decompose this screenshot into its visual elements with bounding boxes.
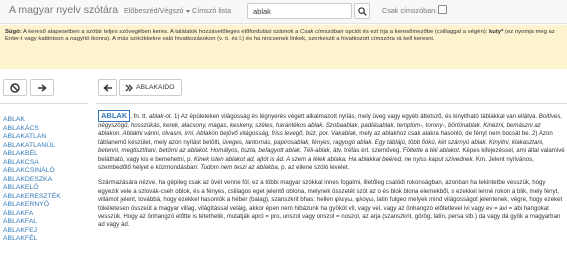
dictionary-entry: ABLAK, fn. tt. ablak-ot. 1) Az épületeke…	[98, 110, 565, 237]
next-button[interactable]	[30, 79, 54, 96]
entry-text: , fn. tt.	[130, 113, 149, 120]
list-item[interactable]: ABLAKATLANÚL	[3, 142, 61, 151]
list-item[interactable]: ABLAKFAL	[3, 218, 61, 227]
entry-examples: Tudom nem teszi az ablakba,	[200, 164, 280, 172]
ban-icon	[10, 83, 20, 93]
arrow-right-icon	[38, 84, 47, 92]
current-entry-button[interactable]: ABLAKAIDO	[119, 79, 182, 96]
list-item[interactable]: ABLAKATLAN	[3, 133, 61, 142]
entry-text: átv. tréfás ért. szeműveg.	[331, 147, 403, 155]
list-item[interactable]: ABLAKFA	[3, 210, 61, 219]
preface-dropdown[interactable]: Elõbeszéd/Végszó	[124, 6, 190, 15]
list-item[interactable]: ABLAKDESZKA	[3, 176, 61, 185]
list-item[interactable]: ABLAKÁCS	[3, 125, 61, 134]
list-item[interactable]: ABLAKFEJ	[3, 227, 61, 236]
arrow-left-icon	[103, 84, 112, 92]
search-input[interactable]	[247, 3, 352, 19]
caret-down-icon	[185, 9, 190, 13]
headword-list-link[interactable]: Címszó lista	[192, 6, 231, 15]
list-item[interactable]: ABLAKERESZTÉK	[3, 193, 61, 202]
preface-dropdown-label: Elõbeszéd/Végszó	[124, 6, 184, 15]
list-item[interactable]: ABLAKCSA	[3, 159, 61, 168]
current-entry-label: ABLAKAIDO	[136, 84, 175, 91]
headword-list: ABLAK ABLAKÁCS ABLAKATLAN ABLAKATLANÚL A…	[3, 116, 61, 244]
back-button[interactable]	[98, 79, 117, 96]
list-item[interactable]: ABLAKELŐ	[3, 184, 61, 193]
search-icon	[358, 7, 367, 16]
entry-examples: Kinek isten ablakot ad, ajtót is ád. A s…	[193, 155, 475, 163]
help-text-italic: Csak címszóban	[300, 29, 344, 35]
list-item[interactable]: ABLAK	[3, 116, 61, 125]
help-text: A kereső alapesetben a szótár teljes szö…	[21, 29, 301, 35]
entry-inflection: ablak-ot	[148, 113, 171, 120]
help-label: Súgó:	[5, 29, 22, 35]
top-navbar: A magyar nyelv szótára Elõbeszéd/Végszó …	[0, 0, 567, 24]
help-box: Súgó: A kereső alapesetben a szótár telj…	[0, 25, 567, 69]
clear-button[interactable]	[3, 79, 27, 96]
right-divider	[96, 103, 567, 104]
entry-examples: Föltette a téli ablakot.	[402, 147, 461, 155]
entry-headword: ABLAK	[98, 110, 131, 122]
help-text: opciót és ezt írja a keresőmezőbe (csill…	[343, 29, 489, 35]
search-button[interactable]	[354, 3, 370, 19]
chevron-double-right-icon	[125, 84, 133, 92]
entry-text: . 1) Az épületeken világosság és légnyer…	[170, 113, 539, 120]
entry-definition: ABLAK, fn. tt. ablak-ot. 1) Az épületeke…	[98, 110, 565, 172]
list-item[interactable]: ABLAKFÉL	[3, 235, 61, 244]
site-brand[interactable]: A magyar nyelv szótára	[9, 4, 118, 16]
help-text-bold: kuty*	[488, 29, 504, 35]
only-headwords-checkbox[interactable]	[438, 5, 447, 14]
list-item[interactable]: ABLAKCSINÁLÓ	[3, 167, 61, 176]
entry-text: p. az ellene szóló levelet.	[279, 164, 350, 172]
list-item[interactable]: ABLAKERNYŐ	[3, 201, 61, 210]
list-item[interactable]: ABLAKBÉL	[3, 150, 61, 159]
only-headwords-label: Csak címszóban:	[382, 6, 438, 15]
left-divider	[0, 103, 88, 104]
entry-etymology: Származására nézve, ha gépileg csak az ö…	[98, 179, 563, 229]
